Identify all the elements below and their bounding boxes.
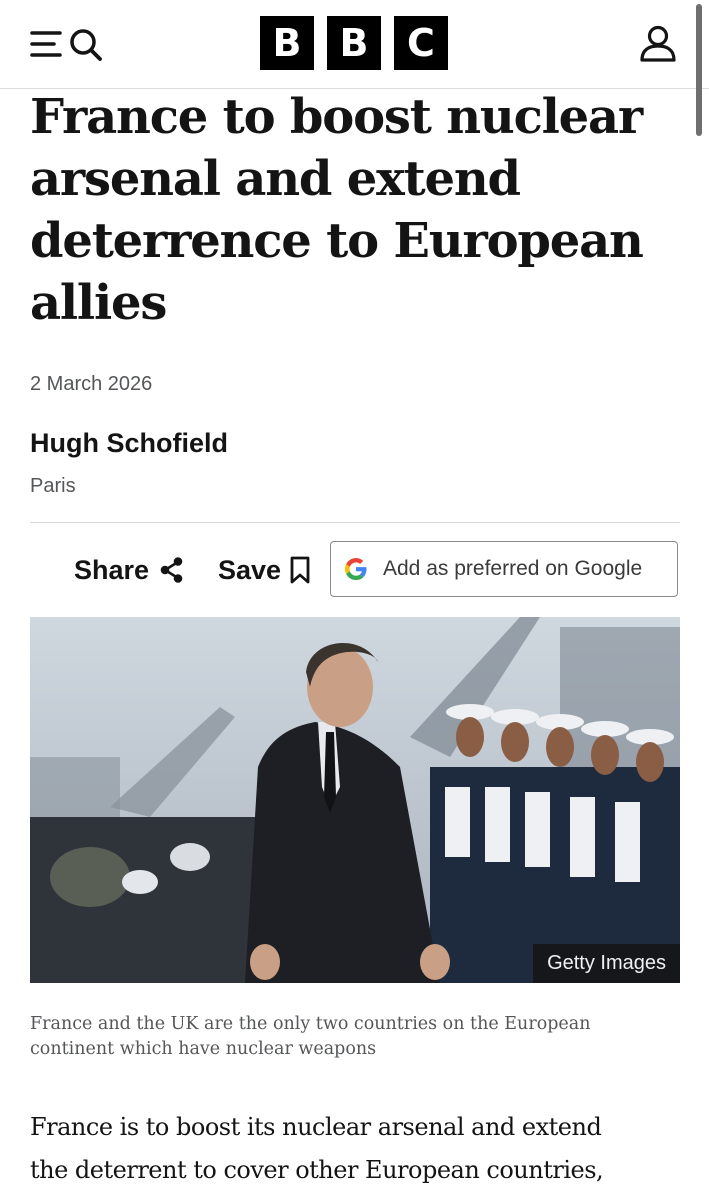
menu-search-button[interactable] xyxy=(30,24,106,64)
logo-letter: B xyxy=(260,16,314,70)
author-location: Paris xyxy=(30,475,76,497)
google-icon xyxy=(345,558,367,580)
image-credit: Getty Images xyxy=(533,944,680,983)
share-icon xyxy=(160,557,183,583)
article-image[interactable]: Getty Images xyxy=(30,617,680,983)
article-body: France is to boost its nuclear arsenal a… xyxy=(30,1106,690,1192)
author-name: Hugh Schofield xyxy=(30,428,228,458)
save-label: Save xyxy=(218,554,282,585)
article-date: 2 March 2026 xyxy=(30,373,153,395)
logo-letter: C xyxy=(394,16,448,70)
account-button[interactable] xyxy=(638,24,678,64)
bookmark-icon xyxy=(290,556,310,584)
share-label: Share xyxy=(74,554,150,585)
google-button-label: Add as preferred on Google xyxy=(383,557,643,580)
menu-icon xyxy=(30,29,102,61)
divider xyxy=(30,522,680,523)
body-line: the deterrent to cover other European co… xyxy=(30,1156,604,1184)
article-headline: France to boost nuclear arsenal and exte… xyxy=(30,86,670,334)
save-button[interactable]: Save xyxy=(218,550,311,590)
body-line: France is to boost its nuclear arsenal a… xyxy=(30,1113,602,1141)
share-button[interactable]: Share xyxy=(74,550,185,590)
headline-line: deterrence to European xyxy=(30,213,644,269)
add-preferred-google-button[interactable]: Add as preferred on Google xyxy=(330,541,678,597)
headline-line: allies xyxy=(30,275,167,331)
site-header: B B C xyxy=(0,0,709,89)
account-icon xyxy=(640,25,676,62)
headline-line: France to boost nuclear xyxy=(30,89,643,145)
image-caption: France and the UK are the only two count… xyxy=(30,1014,591,1059)
image-scene xyxy=(30,617,680,983)
bbc-logo[interactable]: B B C xyxy=(260,16,448,70)
scrollbar[interactable] xyxy=(696,4,702,136)
headline-line: arsenal and extend xyxy=(30,151,521,207)
logo-letter: B xyxy=(327,16,381,70)
